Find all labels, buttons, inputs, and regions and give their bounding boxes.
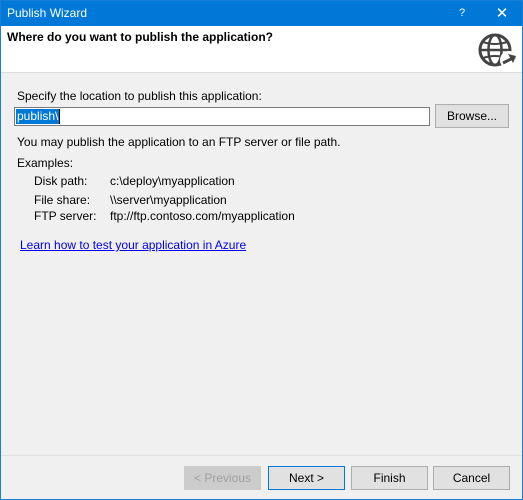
browse-button[interactable]: Browse... <box>435 104 509 128</box>
wizard-header: Where do you want to publish the applica… <box>1 26 522 73</box>
wizard-footer: < Previous Next > Finish Cancel <box>1 455 522 499</box>
help-button[interactable]: ? <box>442 1 482 26</box>
previous-button[interactable]: < Previous <box>184 466 261 490</box>
globe-publish-icon <box>478 33 518 69</box>
text-caret <box>59 109 60 124</box>
close-button[interactable]: ✕ <box>482 1 522 26</box>
example-disk-path-value: c:\deploy\myapplication <box>110 174 235 188</box>
examples-label: Examples: <box>17 156 74 170</box>
next-button[interactable]: Next > <box>268 466 345 490</box>
selected-text: publish\ <box>16 109 60 124</box>
azure-test-link[interactable]: Learn how to test your application in Az… <box>20 238 246 252</box>
example-ftp-server-key: FTP server: <box>34 209 97 223</box>
example-file-share-value: \\server\myapplication <box>110 193 227 207</box>
cancel-button[interactable]: Cancel <box>433 466 510 490</box>
finish-button[interactable]: Finish <box>351 466 428 490</box>
publish-wizard-window: Publish Wizard ? ✕ Where do you want to … <box>0 0 523 500</box>
example-ftp-server-value: ftp://ftp.contoso.com/myapplication <box>110 209 295 223</box>
page-title: Where do you want to publish the applica… <box>7 30 273 44</box>
publish-location-input[interactable]: publish\ <box>14 107 430 126</box>
location-label: Specify the location to publish this app… <box>17 89 262 103</box>
title-bar[interactable]: Publish Wizard ? ✕ <box>1 1 522 26</box>
example-file-share-key: File share: <box>34 193 91 207</box>
window-title: Publish Wizard <box>7 6 88 20</box>
example-disk-path-key: Disk path: <box>34 174 88 188</box>
wizard-content: Specify the location to publish this app… <box>1 73 522 453</box>
ftp-info-text: You may publish the application to an FT… <box>17 135 341 149</box>
